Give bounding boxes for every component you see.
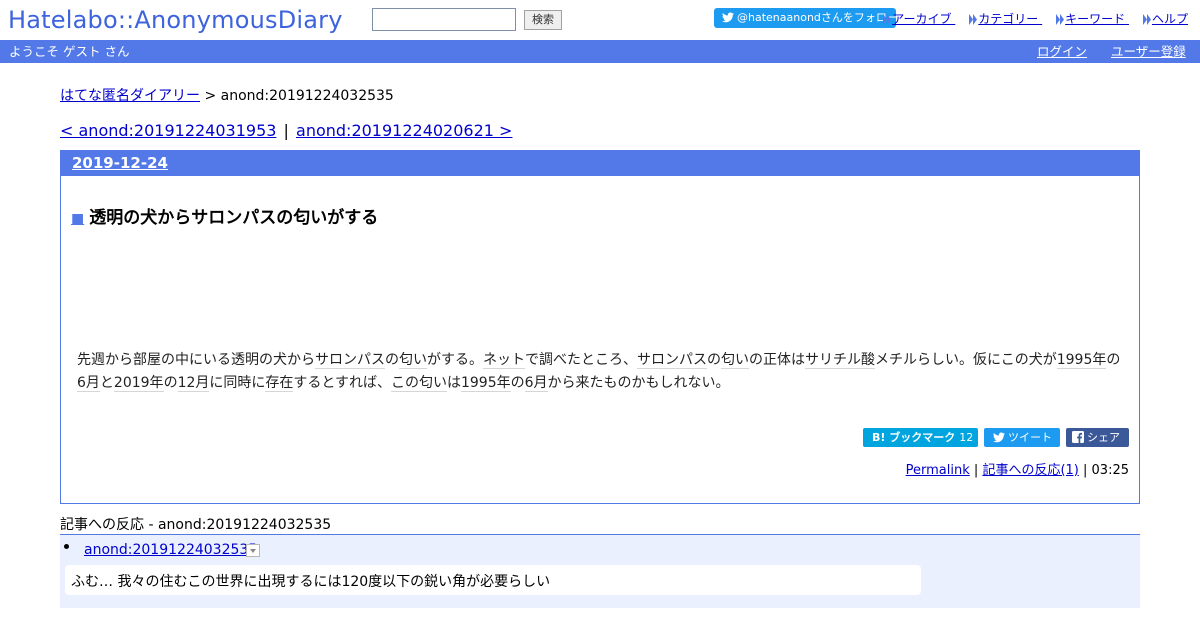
body-text: の <box>707 352 721 368</box>
keyword-link[interactable]: サロンパス <box>315 352 385 369</box>
breadcrumb-home-link[interactable]: はてな匿名ダイアリー <box>60 88 200 104</box>
keyword-link[interactable]: サリチル酸 <box>805 352 875 369</box>
double-chevron-right-icon <box>883 14 892 25</box>
keyword-link[interactable]: 匂い <box>418 375 447 392</box>
keyword-link[interactable]: 匂い <box>721 352 749 369</box>
keyword-link[interactable]: 6月 <box>524 375 548 392</box>
search-input[interactable] <box>372 8 516 31</box>
register-link[interactable]: ユーザー登録 <box>1111 40 1186 63</box>
welcome-greeting: ようこそ ゲスト さん <box>9 44 130 59</box>
entry-date-link[interactable]: 2019-12-24 <box>72 154 168 172</box>
keyword-link[interactable]: 12月 <box>177 375 210 392</box>
nav-link-category[interactable]: カテゴリー <box>969 12 1042 26</box>
keyword-link[interactable]: 1995年 <box>1056 352 1107 369</box>
search-button[interactable]: 検索 <box>524 10 562 30</box>
body-text: に同時に <box>209 375 266 391</box>
reaction-comment-text: ふむ… 我々の住むこの世界に出現するには120度以下の鋭い角が必要らしい <box>65 565 921 595</box>
hatena-bookmark-button[interactable]: B! ブックマーク 12 <box>863 428 978 447</box>
prev-entry-link[interactable]: < anond:20191224031953 <box>60 121 276 140</box>
body-text: から来たものかもしれない。 <box>547 375 730 391</box>
double-chevron-right-icon <box>1056 14 1065 25</box>
nav-link-label: カテゴリー <box>978 12 1039 26</box>
body-text: の <box>163 375 178 391</box>
nav-link-archive[interactable]: アーカイブ <box>883 12 955 26</box>
facebook-f-icon <box>1072 431 1084 443</box>
tweet-label: ツイート <box>1008 431 1052 444</box>
keyword-link[interactable]: 1995年 <box>460 375 511 392</box>
nav-link-label: ヘルプ <box>1151 12 1188 26</box>
body-text: の <box>510 375 525 391</box>
keyword-link[interactable]: 2019年 <box>113 375 164 392</box>
breadcrumb: はてな匿名ダイアリー > anond:20191224032535 <box>60 85 394 105</box>
entry-body: 先週から部屋の中にいる透明の犬からサロンパスの匂いがする。ネットで調べたところ、… <box>77 349 1129 395</box>
reactions-list: anond:20191224032535 ふむ… 我々の住むこの世界に出現するに… <box>60 534 1140 608</box>
tweet-button[interactable]: ツイート <box>984 428 1060 447</box>
body-text: は <box>446 375 461 391</box>
permalink-link[interactable]: Permalink <box>906 463 970 478</box>
top-header: Hatelabo::AnonymousDiary 検索 @hatenaanond… <box>0 0 1200 40</box>
body-text: するとすれば、 <box>293 375 391 391</box>
reactions-count-link[interactable]: 記事への反応(1) <box>982 463 1078 478</box>
welcome-bar: ようこそ ゲスト さん ログイン ユーザー登録 <box>0 40 1200 63</box>
site-logo[interactable]: Hatelabo::AnonymousDiary <box>8 4 343 36</box>
list-bullet <box>64 544 69 549</box>
body-text: の正体は <box>749 352 805 368</box>
body-text: で調べたところ、 <box>525 352 637 368</box>
top-nav: アーカイブ カテゴリー キーワード ヘルプ <box>869 10 1188 27</box>
entry-title: ■ 透明の犬からサロンパスの匂いがする <box>71 203 378 228</box>
body-text: がする。 <box>427 352 483 368</box>
body-text: の <box>1106 352 1121 368</box>
keyword-link[interactable]: サロンパス <box>637 352 707 369</box>
nav-link-label: キーワード <box>1065 12 1126 26</box>
facebook-share-button[interactable]: シェア <box>1066 428 1129 447</box>
entry-pager: < anond:20191224031953 | anond:201912240… <box>60 121 512 140</box>
entry-title-text: 透明の犬からサロンパスの匂いがする <box>89 208 379 228</box>
keyword-link[interactable]: 存在 <box>265 375 294 392</box>
breadcrumb-current: anond:20191224032535 <box>220 88 394 104</box>
keyword-link[interactable]: 匂い <box>399 352 427 369</box>
pager-separator: | <box>283 121 289 140</box>
body-text: と <box>99 375 114 391</box>
body-text: の <box>385 352 399 368</box>
footer-separator: | <box>973 463 979 478</box>
footer-separator: | <box>1083 463 1088 478</box>
body-text: メチルらしい。仮にこの犬が <box>875 352 1057 368</box>
bookmark-count: 12 <box>959 431 974 444</box>
dropdown-triangle-icon[interactable] <box>246 544 260 557</box>
keyword-link[interactable]: この <box>390 375 419 392</box>
entry-box: 2019-12-24 ■ 透明の犬からサロンパスの匂いがする 先週から部屋の中にい… <box>60 150 1140 504</box>
reactions-heading: 記事への反応 - anond:20191224032535 <box>60 517 332 533</box>
twitter-bird-icon <box>993 432 1005 443</box>
breadcrumb-separator: > <box>204 88 217 104</box>
keyword-link[interactable]: ネット <box>483 352 525 369</box>
entry-permalink-square[interactable]: ■ <box>71 211 84 227</box>
login-link[interactable]: ログイン <box>1037 40 1087 63</box>
next-entry-link[interactable]: anond:20191224020621 > <box>296 121 512 140</box>
keyword-link[interactable]: 6月 <box>77 375 100 392</box>
entry-time: 03:25 <box>1091 463 1129 478</box>
twitter-bird-icon <box>722 12 734 23</box>
entry-footer: Permalink | 記事への反応(1) | 03:25 <box>906 459 1129 478</box>
entry-date-header: 2019-12-24 <box>61 151 1139 176</box>
body-text: 先週から部屋の中にいる透明の犬から <box>77 352 315 368</box>
facebook-share-label: シェア <box>1087 431 1120 444</box>
nav-link-keyword[interactable]: キーワード <box>1056 12 1129 26</box>
reaction-entry-link[interactable]: anond:20191224032535 <box>84 542 257 558</box>
nav-link-help[interactable]: ヘルプ <box>1142 12 1188 26</box>
nav-link-label: アーカイブ <box>892 12 952 26</box>
double-chevron-right-icon <box>969 14 978 25</box>
double-chevron-right-icon <box>1142 14 1151 25</box>
bookmark-label: B! ブックマーク <box>872 431 956 444</box>
